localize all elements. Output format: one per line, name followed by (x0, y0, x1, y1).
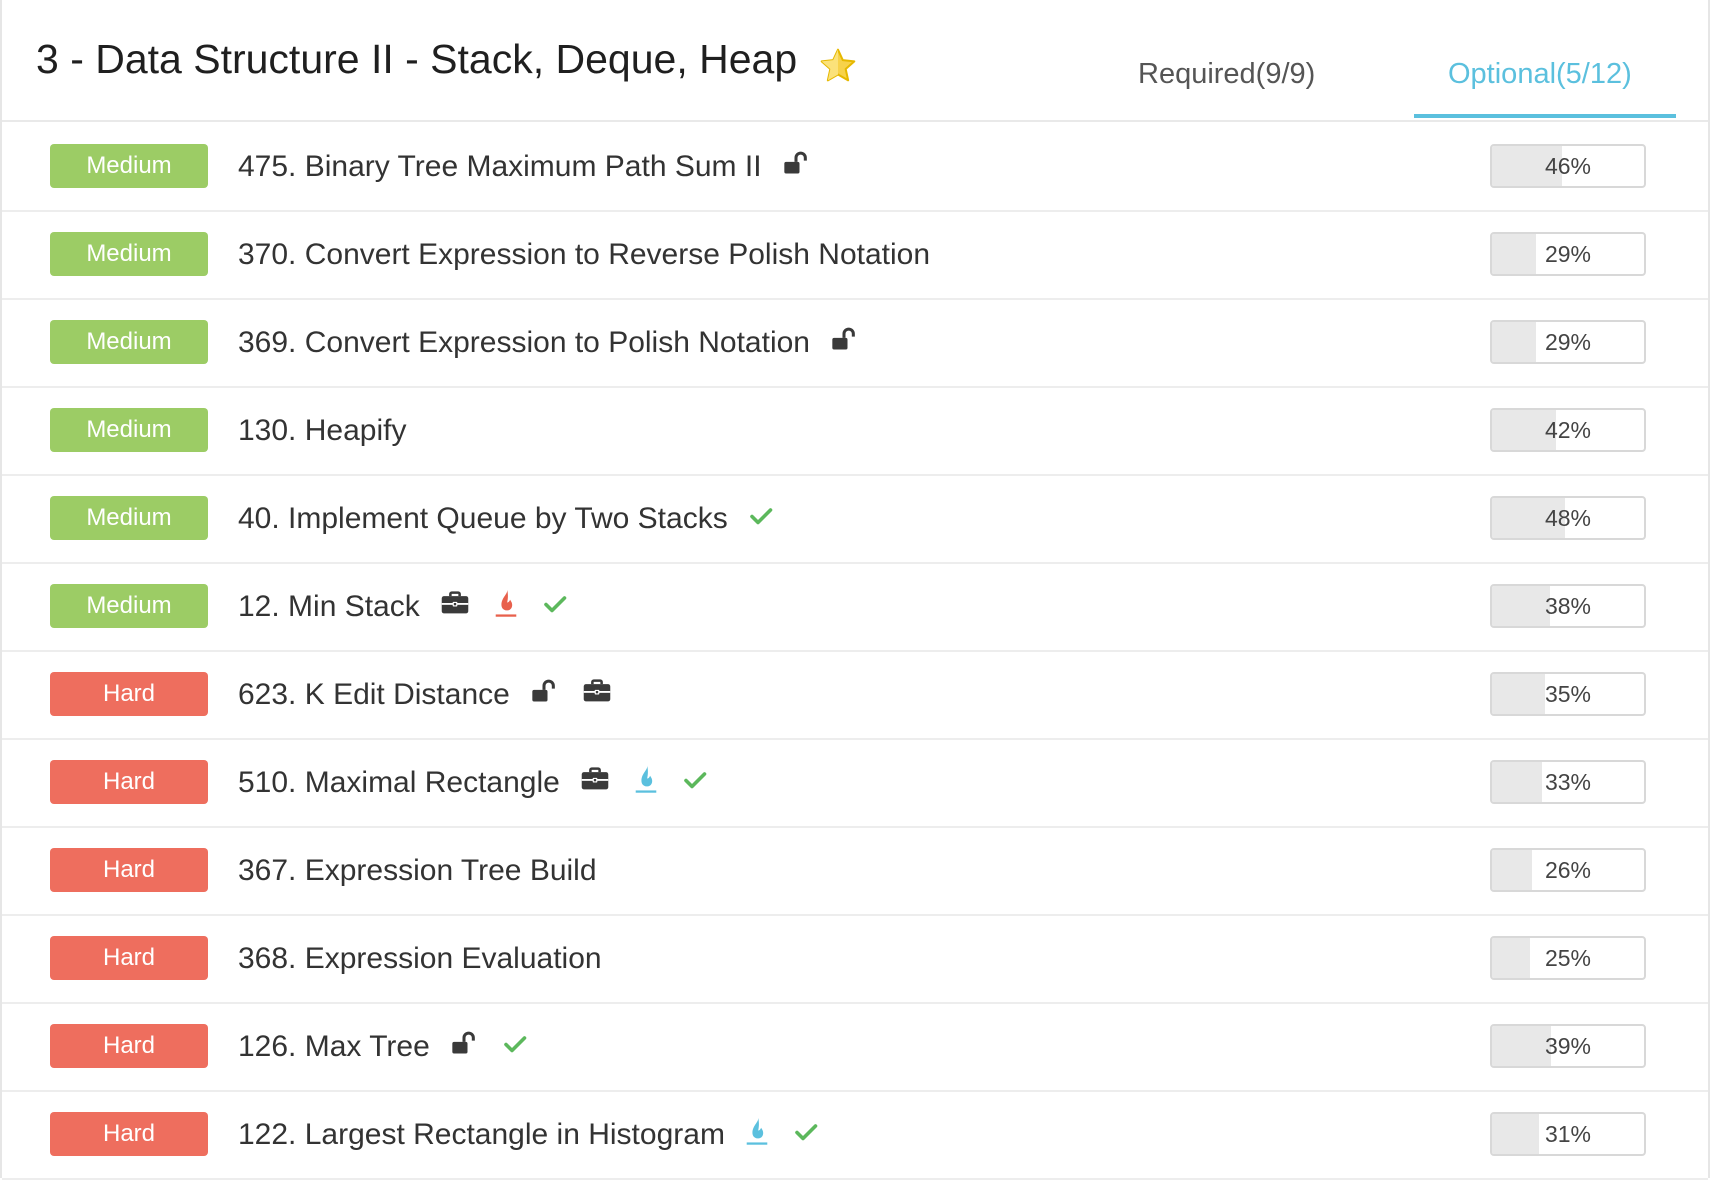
problem-title-link[interactable]: 126. Max Tree (238, 1030, 430, 1064)
briefcase-icon (582, 677, 612, 713)
flame-blue-icon (745, 1115, 769, 1155)
difficulty-badge: Medium (50, 496, 208, 540)
difficulty-badge: Hard (50, 1112, 208, 1156)
problem-cell: 368. Expression Evaluation (238, 916, 620, 1002)
problem-cell: 475. Binary Tree Maximum Path Sum II (238, 124, 832, 210)
acceptance-percent: 33% (1544, 769, 1592, 795)
problem-cell: 623. K Edit Distance (238, 652, 634, 738)
difficulty-badge: Hard (50, 672, 208, 716)
problem-row[interactable]: Hard 510. Maximal Rectangle 33% (2, 740, 1708, 828)
problem-row[interactable]: Medium 370. Convert Expression to Reverse… (2, 212, 1708, 300)
difficulty-badge: Hard (50, 760, 208, 804)
check-icon (682, 766, 708, 800)
star-icon[interactable] (818, 46, 858, 86)
acceptance-percent: 31% (1544, 1121, 1592, 1147)
problem-list: Medium 475. Binary Tree Maximum Path Sum … (2, 124, 1708, 1180)
problem-row[interactable]: Medium 12. Min Stack 38% (2, 564, 1708, 652)
briefcase-icon (580, 765, 610, 801)
acceptance-progress-bar: 46% (1490, 144, 1646, 188)
chapter-card: 3 - Data Structure II - Stack, Deque, He… (0, 0, 1710, 1180)
acceptance-progress-bar: 29% (1490, 320, 1646, 364)
problem-title-link[interactable]: 370. Convert Expression to Reverse Polis… (238, 238, 930, 272)
problem-title-link[interactable]: 368. Expression Evaluation (238, 942, 602, 976)
problem-row[interactable]: Hard 122. Largest Rectangle in Histogram 3… (2, 1092, 1708, 1180)
unlock-icon (450, 1029, 478, 1065)
problem-cell: 130. Heapify (238, 388, 424, 474)
problem-title-link[interactable]: 367. Expression Tree Build (238, 854, 597, 888)
problem-row[interactable]: Hard 126. Max Tree 39% (2, 1004, 1708, 1092)
acceptance-progress-bar: 25% (1490, 936, 1646, 980)
problem-row[interactable]: Medium 130. Heapify 42% (2, 388, 1708, 476)
problem-row[interactable]: Hard 368. Expression Evaluation 25% (2, 916, 1708, 1004)
acceptance-percent: 39% (1544, 1033, 1592, 1059)
acceptance-progress-bar: 33% (1490, 760, 1646, 804)
acceptance-percent: 38% (1544, 593, 1592, 619)
problem-cell: 369. Convert Expression to Polish Notati… (238, 300, 880, 386)
acceptance-percent: 48% (1544, 505, 1592, 531)
tab-optional[interactable]: Optional(5/12) (1448, 58, 1632, 91)
briefcase-icon (440, 589, 470, 625)
flame-red-icon (494, 587, 518, 627)
problem-row[interactable]: Hard 623. K Edit Distance 35% (2, 652, 1708, 740)
unlock-icon (782, 149, 810, 185)
problem-title-link[interactable]: 130. Heapify (238, 414, 406, 448)
problem-title-link[interactable]: 510. Maximal Rectangle (238, 766, 560, 800)
check-icon (748, 502, 774, 536)
acceptance-progress-bar: 31% (1490, 1112, 1646, 1156)
acceptance-percent: 35% (1544, 681, 1592, 707)
problem-cell: 12. Min Stack (238, 564, 590, 650)
problem-cell: 126. Max Tree (238, 1004, 550, 1090)
acceptance-progress-bar: 26% (1490, 848, 1646, 892)
difficulty-badge: Medium (50, 408, 208, 452)
acceptance-progress-bar: 29% (1490, 232, 1646, 276)
problem-title-link[interactable]: 369. Convert Expression to Polish Notati… (238, 326, 810, 360)
check-icon (502, 1030, 528, 1064)
acceptance-progress-bar: 38% (1490, 584, 1646, 628)
problem-cell: 510. Maximal Rectangle (238, 740, 730, 826)
problem-row[interactable]: Medium 475. Binary Tree Maximum Path Sum … (2, 124, 1708, 212)
check-icon (793, 1118, 819, 1152)
flame-blue-icon (634, 763, 658, 803)
problem-row[interactable]: Hard 367. Expression Tree Build 26% (2, 828, 1708, 916)
acceptance-percent: 46% (1544, 153, 1592, 179)
problem-title-link[interactable]: 40. Implement Queue by Two Stacks (238, 502, 728, 536)
difficulty-badge: Hard (50, 1024, 208, 1068)
problem-row[interactable]: Medium 40. Implement Queue by Two Stacks 4… (2, 476, 1708, 564)
unlock-icon (830, 325, 858, 361)
acceptance-percent: 29% (1544, 241, 1592, 267)
difficulty-badge: Hard (50, 848, 208, 892)
acceptance-percent: 29% (1544, 329, 1592, 355)
difficulty-badge: Medium (50, 144, 208, 188)
difficulty-badge: Medium (50, 232, 208, 276)
problem-title-link[interactable]: 475. Binary Tree Maximum Path Sum II (238, 150, 762, 184)
acceptance-progress-bar: 48% (1490, 496, 1646, 540)
tab-required[interactable]: Required(9/9) (1138, 58, 1315, 91)
difficulty-badge: Medium (50, 320, 208, 364)
problem-cell: 370. Convert Expression to Reverse Polis… (238, 212, 948, 298)
active-tab-indicator (1414, 114, 1676, 118)
problem-title-link[interactable]: 12. Min Stack (238, 590, 420, 624)
chapter-title: 3 - Data Structure II - Stack, Deque, He… (36, 36, 798, 82)
problem-cell: 367. Expression Tree Build (238, 828, 615, 914)
acceptance-progress-bar: 42% (1490, 408, 1646, 452)
difficulty-badge: Medium (50, 584, 208, 628)
difficulty-badge: Hard (50, 936, 208, 980)
acceptance-percent: 42% (1544, 417, 1592, 443)
problem-title-link[interactable]: 623. K Edit Distance (238, 678, 510, 712)
unlock-icon (530, 677, 558, 713)
chapter-header: 3 - Data Structure II - Stack, Deque, He… (2, 0, 1708, 122)
problem-title-link[interactable]: 122. Largest Rectangle in Histogram (238, 1118, 725, 1152)
acceptance-percent: 26% (1544, 857, 1592, 883)
acceptance-percent: 25% (1544, 945, 1592, 971)
check-icon (542, 590, 568, 624)
acceptance-progress-bar: 35% (1490, 672, 1646, 716)
acceptance-progress-bar: 39% (1490, 1024, 1646, 1068)
problem-cell: 122. Largest Rectangle in Histogram (238, 1092, 841, 1178)
problem-row[interactable]: Medium 369. Convert Expression to Polish … (2, 300, 1708, 388)
problem-cell: 40. Implement Queue by Two Stacks (238, 476, 796, 562)
